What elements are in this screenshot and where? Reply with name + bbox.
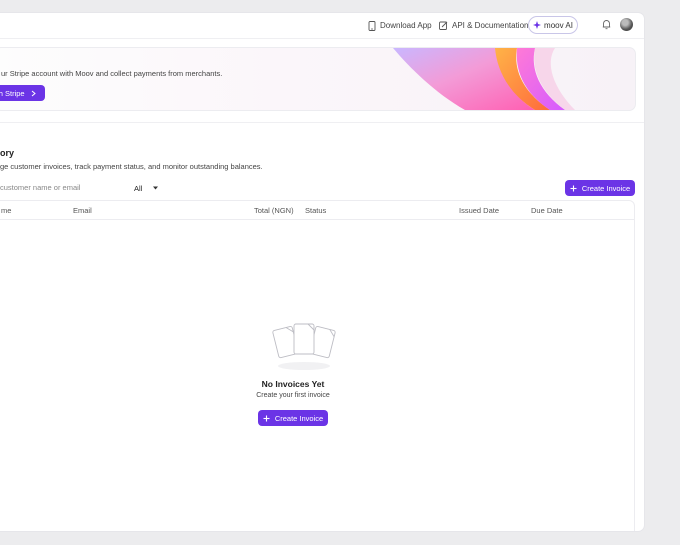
- notification-bell-icon[interactable]: [602, 19, 611, 30]
- api-documentation-link[interactable]: API & Documentation: [439, 19, 528, 32]
- empty-create-invoice-label: Create Invoice: [274, 413, 324, 423]
- download-app-label: Download App: [380, 21, 432, 30]
- page-subtitle: ge customer invoices, track payment stat…: [0, 162, 263, 171]
- chevron-right-icon: [31, 90, 36, 96]
- empty-state-subtitle: Create your first invoice: [256, 392, 330, 399]
- user-avatar[interactable]: [620, 18, 633, 31]
- edit-doc-icon: [439, 21, 448, 30]
- connect-stripe-label: ith Stripe: [0, 88, 25, 98]
- sparkle-icon: [533, 21, 542, 29]
- column-header-total[interactable]: Total (NGN): [254, 206, 294, 215]
- moov-ai-label: moov AI: [544, 20, 573, 30]
- stripe-connect-banner: ur Stripe account with Moov and collect …: [0, 47, 636, 111]
- banner-description: ur Stripe account with Moov and collect …: [1, 69, 223, 78]
- main-panel: Download App API & Documentation moov AI: [0, 13, 644, 531]
- table-header: me Email Total (NGN) Status Issued Date …: [0, 201, 634, 220]
- search-input[interactable]: customer name or email: [0, 183, 80, 192]
- create-invoice-button[interactable]: Create Invoice: [565, 180, 635, 196]
- empty-create-invoice-button[interactable]: Create Invoice: [258, 410, 328, 426]
- api-documentation-label: API & Documentation: [452, 21, 529, 30]
- column-header-due-date[interactable]: Due Date: [531, 206, 563, 215]
- status-filter-value: All: [134, 183, 143, 193]
- column-header-email[interactable]: Email: [73, 206, 92, 215]
- column-header-issued-date[interactable]: Issued Date: [459, 206, 499, 215]
- empty-state-title: No Invoices Yet: [261, 379, 325, 389]
- create-invoice-label: Create Invoice: [581, 183, 631, 193]
- page-title: ory: [0, 148, 15, 158]
- empty-invoices-illustration: [272, 323, 336, 370]
- caret-down-icon: [153, 186, 158, 190]
- moov-ai-button[interactable]: moov AI: [528, 16, 578, 34]
- status-filter-select[interactable]: All: [128, 180, 164, 196]
- banner-gradient-art: [393, 48, 575, 110]
- column-header-status[interactable]: Status: [305, 206, 326, 215]
- connect-stripe-button[interactable]: ith Stripe: [0, 85, 45, 101]
- top-bar: Download App API & Documentation moov AI: [0, 13, 644, 39]
- column-header-name[interactable]: me: [1, 206, 11, 215]
- plus-icon: [263, 415, 270, 421]
- plus-icon: [570, 185, 577, 191]
- download-app-link[interactable]: Download App: [368, 19, 432, 32]
- section-divider: [0, 122, 644, 123]
- phone-icon: [368, 20, 376, 31]
